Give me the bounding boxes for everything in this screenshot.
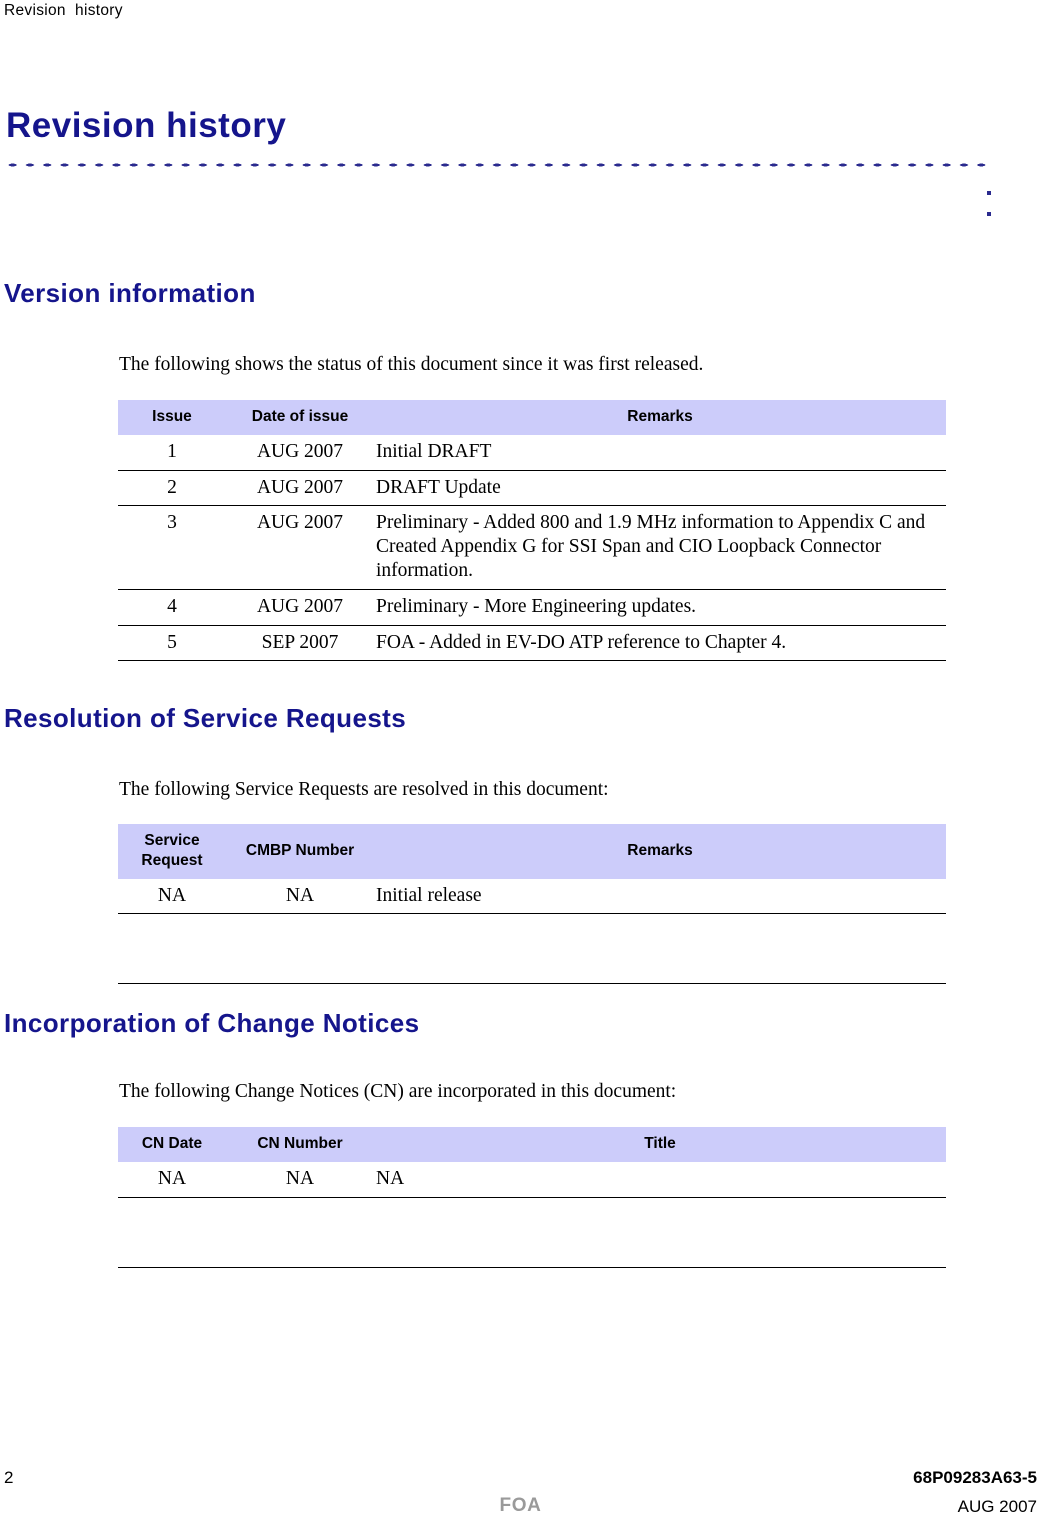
cell-date: AUG 2007 [226,434,374,471]
cell-date: AUG 2007 [226,589,374,626]
column-header-date-of-issue: Date of issue [226,400,374,435]
cell-issue: 4 [118,589,226,626]
column-header-title: Title [374,1127,946,1162]
decorative-dot [987,212,991,216]
decorative-dotted-rule [4,162,994,168]
column-header-remarks: Remarks [374,400,946,435]
page-title: Revision history [6,106,287,145]
cell-date: SEP 2007 [226,625,374,662]
cell-issue: 5 [118,625,226,662]
section-heading-incorporation-of-change-notices: Incorporation of Change Notices [4,1008,420,1038]
table-header-row: Issue Date of issue Remarks [118,400,946,435]
cell-remarks: Initial release [374,878,946,915]
service-requests-table: Service Request CMBP Number Remarks NA N… [118,824,946,985]
footer-date: AUG 2007 [957,1497,1037,1516]
column-header-service-request: Service Request [118,824,226,879]
table-row: 5 SEP 2007 FOA - Added in EV-DO ATP refe… [118,625,946,662]
cell-empty [374,913,946,985]
intro-text-service-requests: The following Service Requests are resol… [119,779,609,800]
cell-service-request: NA [118,878,226,915]
running-header: Revision history [4,2,123,19]
cell-empty [118,1197,226,1268]
cell-title: NA [374,1161,946,1198]
table-row: NA NA NA [118,1161,946,1198]
cell-remarks: Preliminary - More Engineering updates. [374,589,946,626]
cell-empty [226,913,374,985]
change-notices-table: CN Date CN Number Title NA NA NA [118,1127,946,1268]
cell-remarks: Initial DRAFT [374,434,946,471]
cell-cmbp-number: NA [226,878,374,915]
cell-cn-number: NA [226,1161,374,1198]
cell-empty [118,913,226,985]
column-header-cn-date: CN Date [118,1127,226,1162]
cell-issue: 2 [118,470,226,507]
table-row: 2 AUG 2007 DRAFT Update [118,470,946,507]
column-header-service-request-line2: Request [141,851,203,869]
cell-empty [374,1197,946,1268]
table-row-empty [118,1197,946,1268]
table-row-empty [118,913,946,985]
section-heading-resolution-of-service-requests: Resolution of Service Requests [4,703,407,733]
column-header-remarks: Remarks [374,824,946,879]
cell-remarks: Preliminary - Added 800 and 1.9 MHz info… [374,505,946,590]
footer-status-stamp: FOA [499,1495,542,1516]
intro-text-change-notices: The following Change Notices (CN) are in… [119,1081,677,1102]
column-header-service-request-line1: Service [144,832,200,849]
cell-date: AUG 2007 [226,505,374,590]
cell-cn-date: NA [118,1161,226,1198]
table-row: 3 AUG 2007 Preliminary - Added 800 and 1… [118,505,946,590]
column-header-cmbp-number: CMBP Number [226,824,374,879]
decorative-dot [987,191,991,195]
footer-page-number: 2 [4,1468,14,1487]
cell-date: AUG 2007 [226,470,374,507]
cell-remarks: FOA - Added in EV-DO ATP reference to Ch… [374,625,946,662]
cell-issue: 3 [118,505,226,590]
cell-empty [226,1197,374,1268]
table-header-row: CN Date CN Number Title [118,1127,946,1162]
footer-document-number: 68P09283A63-5 [913,1468,1037,1487]
intro-text-version-information: The following shows the status of this d… [119,354,704,375]
column-header-cn-number: CN Number [226,1127,374,1162]
version-information-table: Issue Date of issue Remarks 1 AUG 2007 I… [118,400,946,662]
table-row: NA NA Initial release [118,878,946,915]
section-heading-version-information: Version information [4,278,256,308]
table-row: 1 AUG 2007 Initial DRAFT [118,434,946,471]
cell-issue: 1 [118,434,226,471]
table-header-row: Service Request CMBP Number Remarks [118,824,946,879]
column-header-issue: Issue [118,400,226,435]
cell-remarks: DRAFT Update [374,470,946,507]
table-row: 4 AUG 2007 Preliminary - More Engineerin… [118,589,946,626]
